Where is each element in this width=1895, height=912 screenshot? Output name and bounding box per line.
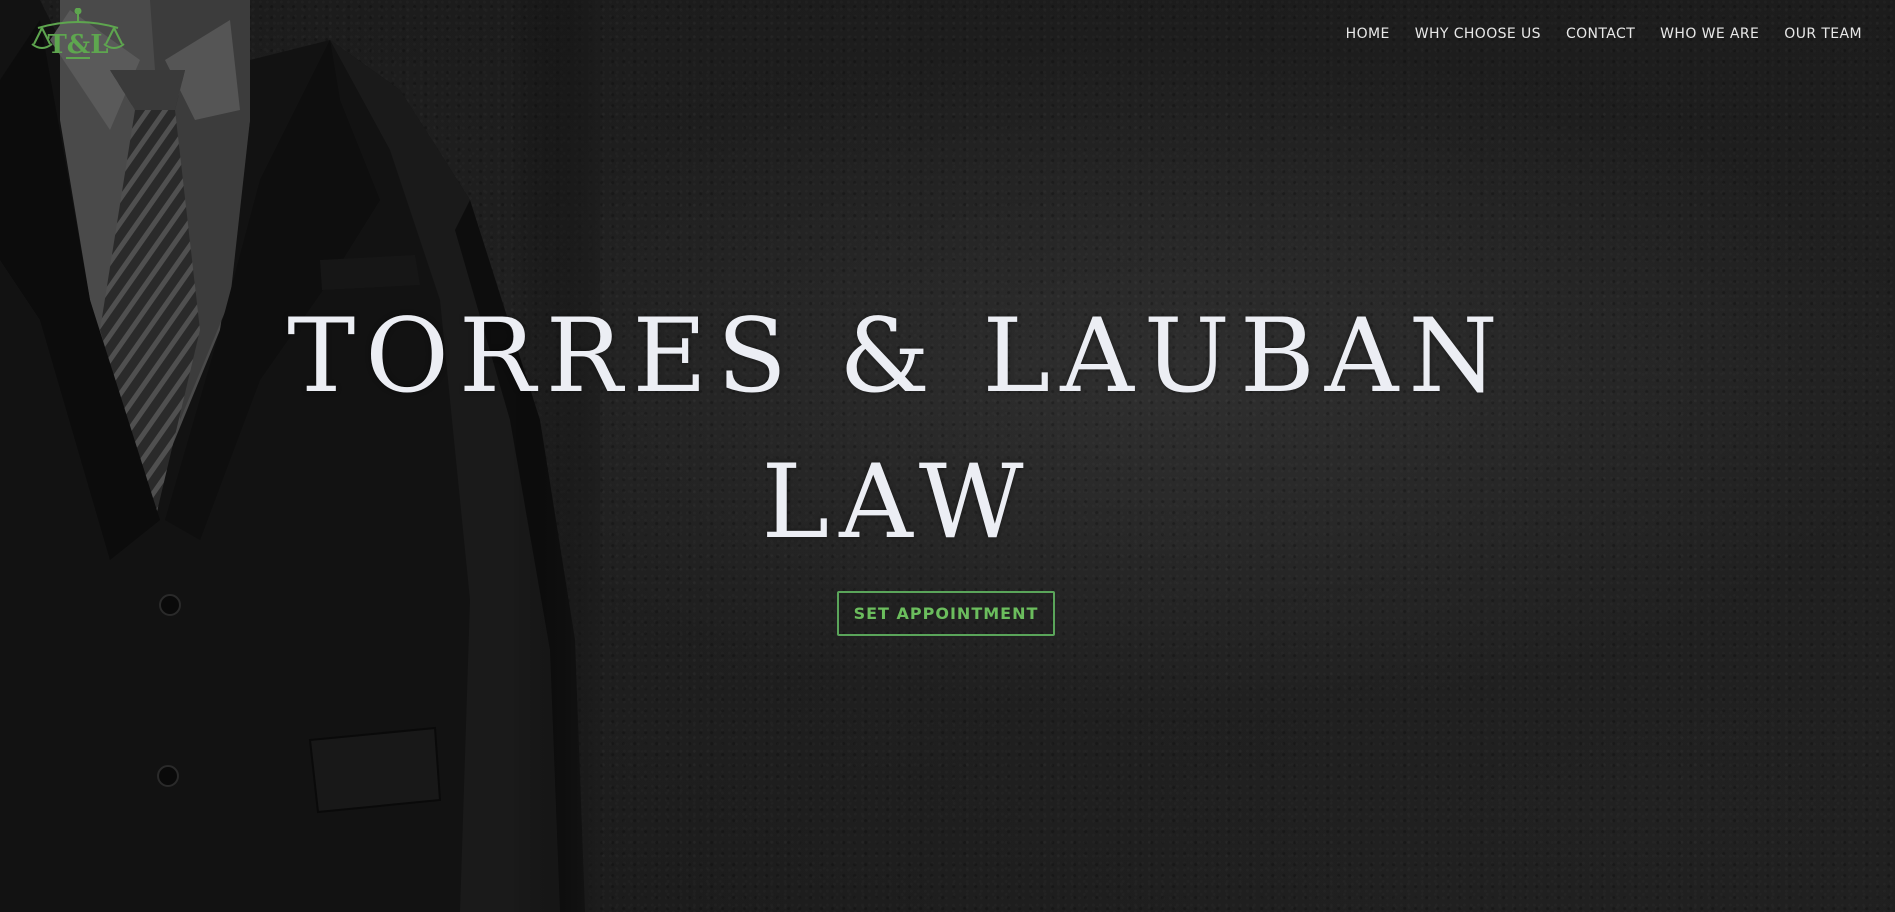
nav-item-home[interactable]: HOME bbox=[1346, 26, 1390, 42]
nav-item-why-choose-us[interactable]: WHY CHOOSE US bbox=[1415, 26, 1541, 42]
hero-title-text-2: LAW bbox=[761, 443, 1034, 562]
hero-title-line-1: TORRES & LAUBAN bbox=[0, 306, 1895, 408]
logo-text: T&L bbox=[47, 30, 108, 60]
main-navigation: HOME WHY CHOOSE US CONTACT WHO WE ARE OU… bbox=[1346, 26, 1862, 42]
hero-title-text-1: TORRES & LAUBAN bbox=[287, 297, 1508, 416]
hero-section: T&L HOME WHY CHOOSE US CONTACT WHO WE AR… bbox=[0, 0, 1895, 912]
nav-item-our-team[interactable]: OUR TEAM bbox=[1784, 26, 1862, 42]
hero-title-line-2: LAW bbox=[0, 452, 1895, 554]
logo[interactable]: T&L bbox=[30, 8, 126, 64]
nav-item-contact[interactable]: CONTACT bbox=[1566, 26, 1635, 42]
set-appointment-button[interactable]: SET APPOINTMENT bbox=[837, 591, 1055, 636]
nav-item-who-we-are[interactable]: WHO WE ARE bbox=[1660, 26, 1759, 42]
